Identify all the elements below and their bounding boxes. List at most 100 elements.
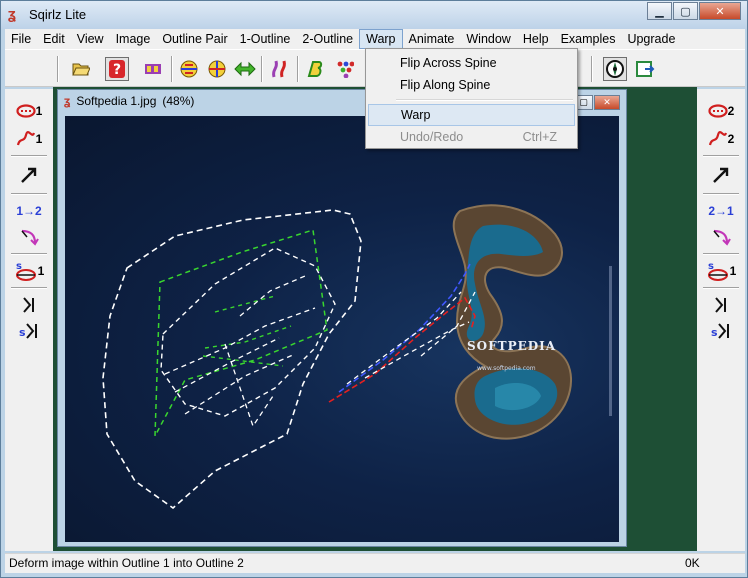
outline-2-tool[interactable]: 2 xyxy=(701,99,741,123)
brand-text: SOFTPEDIA xyxy=(467,339,556,353)
sidebar-separator xyxy=(11,193,47,195)
spine-1-label: 1 xyxy=(35,132,43,146)
menu-separator xyxy=(396,99,573,101)
sidebar-separator xyxy=(703,253,739,255)
app-window: ʓ Sqirlz Lite ▁ ▢ ✕ File Edit View Image… xyxy=(0,0,748,578)
document-filename: Softpedia 1.jpg xyxy=(76,94,157,108)
help-pointer-icon[interactable]: ? xyxy=(105,57,129,81)
status-message: Deform image within Outline 1 into Outli… xyxy=(9,556,244,570)
toolbar-separator xyxy=(297,56,299,82)
outline-1-shape xyxy=(102,209,362,510)
document-window: ʓ Softpedia 1.jpg (48%) ▁ ▢ ✕ xyxy=(57,89,627,547)
status-bar: Deform image within Outline 1 into Outli… xyxy=(5,553,745,573)
svg-text:?: ? xyxy=(113,62,121,78)
flip-across-spine-label: Flip Across Spine xyxy=(400,56,497,70)
spine-1-tool[interactable]: 1 xyxy=(9,127,49,151)
spine-tool-label: 1 xyxy=(37,264,45,278)
maximize-button[interactable]: ▢ xyxy=(673,2,698,20)
step-s-tool-right[interactable]: s xyxy=(701,319,741,343)
sidebar-separator xyxy=(703,287,739,289)
toolbar-separator xyxy=(57,56,59,82)
morph-b-icon[interactable] xyxy=(303,57,327,81)
menu-item-flip-across-spine[interactable]: Flip Across Spine xyxy=(368,52,575,74)
dots-grid-icon[interactable] xyxy=(333,57,357,81)
sqirlz-app-icon[interactable]: ʓ xyxy=(8,7,22,23)
menu-2-outline[interactable]: 2-Outline xyxy=(296,29,359,49)
minimize-button[interactable]: ▁ xyxy=(647,2,672,20)
open-folder-icon[interactable] xyxy=(69,57,93,81)
copy-1-to-2-tool[interactable]: 1→2 xyxy=(9,199,49,223)
step-s-tool[interactable]: s xyxy=(9,319,49,343)
step-forward-tool[interactable] xyxy=(9,293,49,317)
warp-menu-dropdown: Flip Across Spine Flip Along Spine Warp … xyxy=(365,48,578,149)
film-strip-icon[interactable] xyxy=(141,57,165,81)
export-icon[interactable] xyxy=(633,57,657,81)
spine-tool-s[interactable]: s 1 xyxy=(9,259,49,283)
menu-examples[interactable]: Examples xyxy=(555,29,622,49)
outline-1-tool[interactable]: 1 xyxy=(9,99,49,123)
undo-redo-label: Undo/Redo xyxy=(400,130,464,144)
menu-help[interactable]: Help xyxy=(517,29,555,49)
svg-text:s: s xyxy=(711,326,718,339)
copy-2-to-1-tool[interactable]: 2→1 xyxy=(701,199,741,223)
curve-arrow-tool-right[interactable] xyxy=(701,225,741,249)
right-outline-toolbar: 2 2 2→1 s 1 s xyxy=(697,89,745,551)
menu-warp[interactable]: Warp xyxy=(359,29,403,49)
sidebar-separator xyxy=(703,155,739,157)
arrow-tool[interactable] xyxy=(9,163,49,187)
spine-tool-s-right[interactable]: s 1 xyxy=(701,259,741,283)
outline-2-label: 2 xyxy=(727,104,735,118)
double-arrow-icon[interactable] xyxy=(233,57,257,81)
sidebar-separator xyxy=(703,193,739,195)
spine-2-tool[interactable]: 2 xyxy=(701,127,741,151)
left-outline-toolbar: 1 1 1→2 s 1 s xyxy=(5,89,53,551)
document-title-bar[interactable]: ʓ Softpedia 1.jpg (48%) xyxy=(64,94,194,108)
step-forward-tool-right[interactable] xyxy=(701,293,741,317)
compass-icon[interactable] xyxy=(603,57,627,81)
warp-label: Warp xyxy=(401,108,431,122)
outline-1-label: 1 xyxy=(35,104,43,118)
close-button[interactable]: ✕ xyxy=(699,2,741,20)
spine-blue xyxy=(338,263,471,393)
menu-outline-pair[interactable]: Outline Pair xyxy=(156,29,233,49)
copy-1-to-2-label: 1→2 xyxy=(16,204,42,218)
document-zoom: (48%) xyxy=(162,94,195,108)
spine-white-right xyxy=(346,291,476,385)
menu-window[interactable]: Window xyxy=(460,29,516,49)
menu-file[interactable]: File xyxy=(5,29,37,49)
menu-item-undo-redo[interactable]: Undo/Redo Ctrl+Z xyxy=(368,126,575,148)
menu-upgrade[interactable]: Upgrade xyxy=(621,29,681,49)
vertical-credit-text xyxy=(609,266,612,416)
toolbar-separator xyxy=(261,56,263,82)
brand-url-text: www.softpedia.com xyxy=(477,365,536,372)
caption-buttons: ▁ ▢ ✕ xyxy=(647,2,741,20)
undo-redo-shortcut: Ctrl+Z xyxy=(522,130,557,144)
outline-inner-shape xyxy=(160,247,336,417)
status-memory: 0K xyxy=(685,556,700,570)
sidebar-separator xyxy=(11,253,47,255)
curve-arrow-tool[interactable] xyxy=(9,225,49,249)
image-canvas[interactable]: SOFTPEDIA www.softpedia.com xyxy=(65,116,619,542)
menu-1-outline[interactable]: 1-Outline xyxy=(234,29,297,49)
spine-red xyxy=(328,296,476,403)
menu-item-warp[interactable]: Warp xyxy=(368,104,575,126)
flip-vertical-icon[interactable] xyxy=(205,57,229,81)
spine-white-lines xyxy=(164,275,316,428)
flip-horizontal-icon[interactable] xyxy=(177,57,201,81)
outline-2-spine xyxy=(202,295,292,367)
island-photo xyxy=(452,204,573,440)
menu-image[interactable]: Image xyxy=(110,29,157,49)
document-close-button[interactable]: ✕ xyxy=(594,95,620,110)
menu-view[interactable]: View xyxy=(71,29,110,49)
menu-item-flip-along-spine[interactable]: Flip Along Spine xyxy=(368,74,575,96)
window-title: Sqirlz Lite xyxy=(29,7,87,22)
warp-curve-icon[interactable] xyxy=(267,57,291,81)
outline-2-shape xyxy=(154,229,328,437)
arrow-tool-right[interactable] xyxy=(701,163,741,187)
title-bar[interactable]: ʓ Sqirlz Lite ▁ ▢ ✕ xyxy=(1,1,747,29)
document-icon: ʓ xyxy=(64,94,71,108)
flip-along-spine-label: Flip Along Spine xyxy=(400,78,491,92)
sidebar-separator xyxy=(11,287,47,289)
menu-animate[interactable]: Animate xyxy=(403,29,461,49)
menu-edit[interactable]: Edit xyxy=(37,29,71,49)
